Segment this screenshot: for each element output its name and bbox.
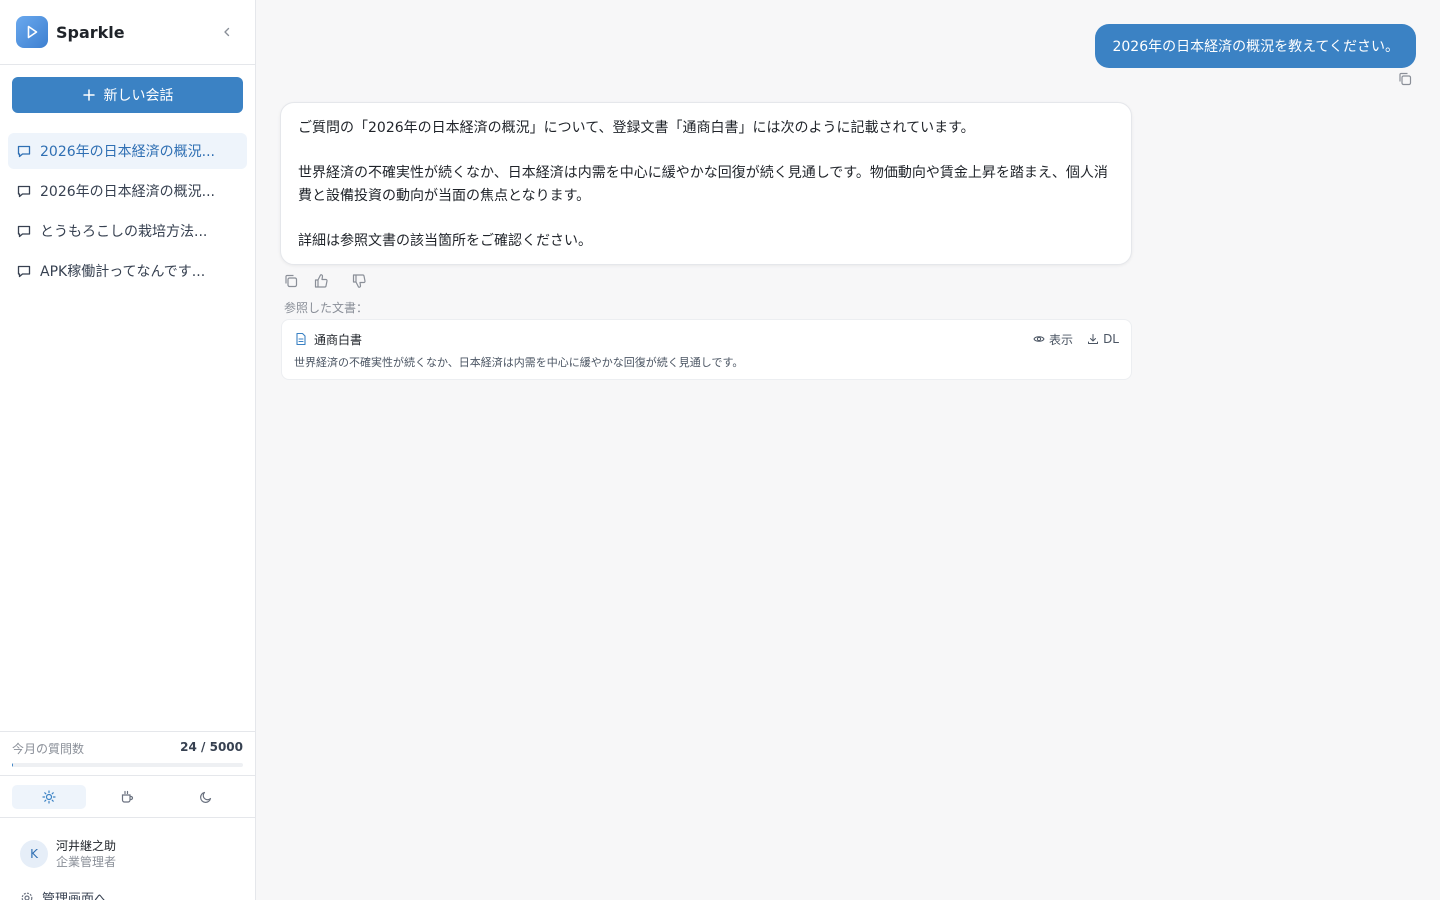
new-chat-button[interactable]: 新しい会話 (12, 77, 243, 113)
plus-icon (82, 88, 96, 102)
moon-icon (199, 791, 211, 803)
reference-card: 通商白書 表示 DL 世界経済の不確実性が続くなか、日本経済は内需を中心に緩やか… (281, 319, 1132, 380)
answer-paragraph: ご質問の「2026年の日本経済の概況」について、登録文書「通商白書」には次のよう… (298, 120, 975, 136)
user-message-bubble: 2026年の日本経済の概況を教えてください。 (1095, 24, 1416, 68)
user-name: 河井継之助 (56, 839, 117, 853)
conversation-item[interactable]: APK稼働計ってなんです... (8, 253, 247, 289)
conversation-title: APK稼働計ってなんです... (40, 264, 206, 280)
usage-label: 今月の質問数 (12, 742, 85, 756)
coffee-cup-icon (122, 790, 134, 803)
thumbs-up-icon (314, 274, 328, 288)
answer-actions (283, 273, 367, 289)
chevron-left-icon (224, 27, 230, 37)
copy-icon (1399, 72, 1412, 86)
admin-link[interactable]: 管理画面へ (20, 888, 107, 900)
view-document-button[interactable]: 表示 (1033, 331, 1073, 348)
conversation-list: 2026年の日本経済の概況... 2026年の日本経済の概況... とうもろこし… (8, 133, 247, 293)
conversation-item-active[interactable]: 2026年の日本経済の概況... (8, 133, 247, 169)
usage-meter: 今月の質問数 24 / 5000 (0, 731, 255, 775)
download-label: DL (1103, 332, 1119, 346)
conversation-title: とうもろこしの栽培方法... (40, 224, 208, 240)
eye-icon (1033, 336, 1045, 342)
usage-progress-track (12, 763, 243, 767)
user-profile[interactable]: K 河井継之助 企業管理者 (20, 838, 116, 870)
answer-paragraph: 詳細は参照文書の該当箇所をご確認ください。 (298, 233, 592, 249)
thumbs-up-button[interactable] (313, 273, 329, 289)
conversation-item[interactable]: 2026年の日本経済の概況... (8, 173, 247, 209)
theme-dark-button[interactable] (169, 785, 243, 809)
gear-icon (21, 892, 33, 900)
view-label: 表示 (1049, 332, 1074, 347)
collapse-sidebar-button[interactable] (215, 20, 239, 44)
chat-bubble-icon (16, 183, 32, 199)
sun-icon (42, 789, 56, 804)
user-message-text: 2026年の日本経済の概況を教えてください。 (1112, 39, 1399, 55)
thumbs-down-button[interactable] (351, 273, 367, 289)
admin-link-label: 管理画面へ (42, 892, 108, 900)
copy-icon (285, 274, 298, 288)
assistant-answer-card: ご質問の「2026年の日本経済の概況」について、登録文書「通商白書」には次のよう… (280, 102, 1132, 265)
new-chat-label: 新しい会話 (103, 88, 174, 104)
brand-header: Sparkle (0, 0, 255, 65)
app-logo-icon (16, 16, 48, 48)
download-document-button[interactable]: DL (1087, 331, 1119, 348)
app-name: Sparkle (56, 22, 125, 42)
download-icon (1088, 334, 1099, 344)
answer-paragraph: 世界経済の不確実性が続くなか、日本経済は内需を中心に緩やかな回復が続く見通しです… (298, 165, 1108, 204)
reference-excerpt: 世界経済の不確実性が続くなか、日本経済は内需を中心に緩やかな回復が続く見通しです… (294, 356, 744, 369)
usage-progress-fill (12, 763, 14, 767)
theme-switcher (0, 775, 255, 818)
copy-answer-button[interactable] (283, 273, 299, 289)
sidebar: Sparkle 新しい会話 2026年の日本経済の概況... 2026年の日本経… (0, 0, 256, 900)
copy-user-message-button[interactable] (1397, 71, 1413, 87)
avatar: K (20, 840, 48, 868)
usage-count: 24 / 5000 (180, 740, 243, 754)
theme-light-button[interactable] (12, 784, 87, 809)
document-icon (296, 332, 306, 346)
conversation-title: 2026年の日本経済の概況... (40, 184, 215, 200)
conversation-title: 2026年の日本経済の概況... (40, 144, 215, 160)
chat-bubble-icon (16, 263, 32, 279)
thumbs-down-icon (352, 274, 366, 288)
conversation-item[interactable]: とうもろこしの栽培方法... (8, 213, 247, 249)
chat-bubble-icon (16, 143, 32, 159)
reference-document-name: 通商白書 (314, 332, 363, 347)
chat-bubble-icon (16, 223, 32, 239)
user-role: 企業管理者 (56, 855, 117, 869)
theme-coffee-button[interactable] (90, 785, 164, 809)
references-label: 参照した文書： (284, 301, 369, 315)
